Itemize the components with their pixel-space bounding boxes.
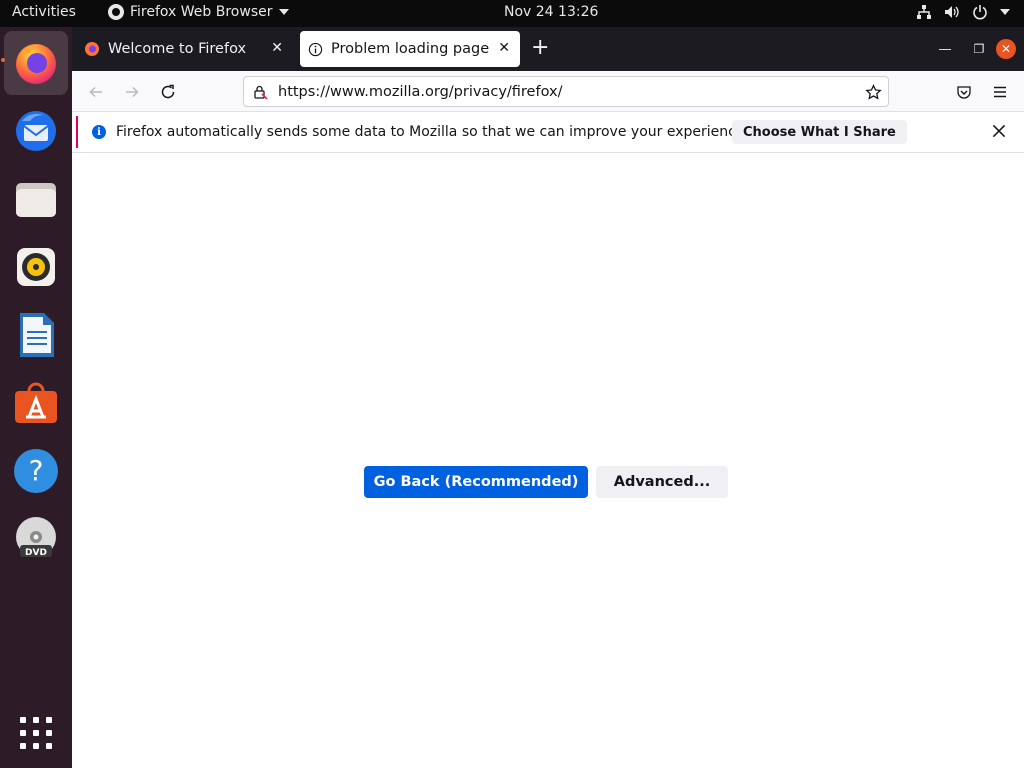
new-tab-button[interactable]: + (531, 35, 549, 61)
dock-dvd[interactable]: DVD (4, 507, 68, 571)
chevron-down-icon (278, 9, 289, 15)
go-back-button[interactable]: Go Back (Recommended) (364, 466, 588, 498)
clock[interactable]: Nov 24 13:26 (504, 4, 598, 20)
dock-thunderbird[interactable] (4, 99, 68, 163)
network-icon (917, 5, 931, 19)
dock-help[interactable]: ? (4, 439, 68, 503)
help-icon: ? (14, 449, 58, 493)
hamburger-menu-icon (994, 86, 1006, 98)
minimize-button[interactable]: ― (928, 27, 962, 71)
info-icon: i (92, 125, 106, 139)
dvd-icon: DVD (16, 517, 56, 558)
svg-text:?: ? (29, 454, 44, 487)
star-icon[interactable] (865, 84, 882, 101)
reload-icon (161, 84, 175, 99)
rhythmbox-icon (17, 248, 55, 286)
volume-icon (945, 6, 959, 18)
tab-problem-loading[interactable]: Problem loading page ✕ (300, 31, 520, 67)
notification-message: Firefox automatically sends some data to… (116, 124, 749, 140)
reload-button[interactable] (155, 79, 181, 105)
close-window-button[interactable]: ✕ (996, 39, 1016, 59)
url-text: https://www.mozilla.org/privacy/firefox/ (278, 83, 563, 100)
app-menu[interactable]: Firefox Web Browser (108, 4, 289, 20)
arrow-left-icon (89, 86, 102, 98)
firefox-icon (16, 44, 56, 84)
writer-icon (20, 313, 54, 357)
dock-firefox[interactable] (4, 31, 68, 95)
files-icon (16, 183, 56, 217)
data-collection-notification: i Firefox automatically sends some data … (76, 116, 1018, 148)
close-tab-icon[interactable]: ✕ (271, 40, 283, 56)
pocket-icon (957, 86, 971, 99)
tab-label: Welcome to Firefox (108, 41, 247, 57)
close-tab-icon[interactable]: ✕ (498, 40, 510, 56)
svg-text:DVD: DVD (25, 548, 47, 558)
tab-bar: Welcome to Firefox ✕ Problem loading pag… (72, 27, 1024, 71)
close-icon[interactable] (990, 122, 1008, 140)
grid-icon (20, 717, 52, 749)
dock-ubuntu-software[interactable] (4, 371, 68, 435)
tab-welcome[interactable]: Welcome to Firefox ✕ (80, 31, 293, 67)
window-controls: ― ❐ ✕ (928, 27, 1024, 71)
top-bar: Activities Firefox Web Browser Nov 24 13… (0, 0, 1024, 27)
thunderbird-icon (16, 111, 56, 151)
dock: ? DVD (0, 27, 72, 768)
lock-warning-icon (254, 85, 268, 100)
forward-button[interactable] (119, 79, 145, 105)
system-tray[interactable] (916, 4, 1010, 20)
activities-button[interactable]: Activities (12, 4, 76, 20)
url-bar[interactable]: https://www.mozilla.org/privacy/firefox/ (243, 76, 889, 107)
chevron-down-icon (1000, 9, 1010, 15)
nav-bar: https://www.mozilla.org/privacy/firefox/ (72, 71, 1024, 112)
dock-rhythmbox[interactable] (4, 235, 68, 299)
active-indicator (1, 58, 5, 62)
app-menu-button[interactable] (987, 79, 1013, 105)
restore-button[interactable]: ❐ (962, 27, 996, 71)
firefox-icon (85, 42, 99, 56)
arrow-right-icon (126, 86, 139, 98)
app-menu-label: Firefox Web Browser (130, 4, 273, 20)
software-store-icon (15, 382, 57, 423)
choose-what-i-share-button[interactable]: Choose What I Share (732, 120, 907, 144)
power-icon (973, 5, 987, 20)
pocket-button[interactable] (951, 79, 977, 105)
firefox-icon (108, 4, 124, 20)
back-button[interactable] (83, 79, 109, 105)
dock-libreoffice-writer[interactable] (4, 303, 68, 367)
dock-files[interactable] (4, 167, 68, 231)
advanced-button[interactable]: Advanced... (596, 466, 728, 498)
error-page-content: Go Back (Recommended) Advanced... (72, 153, 1024, 768)
show-applications-button[interactable] (4, 701, 68, 765)
tab-label: Problem loading page (331, 41, 490, 57)
info-icon (308, 42, 323, 56)
